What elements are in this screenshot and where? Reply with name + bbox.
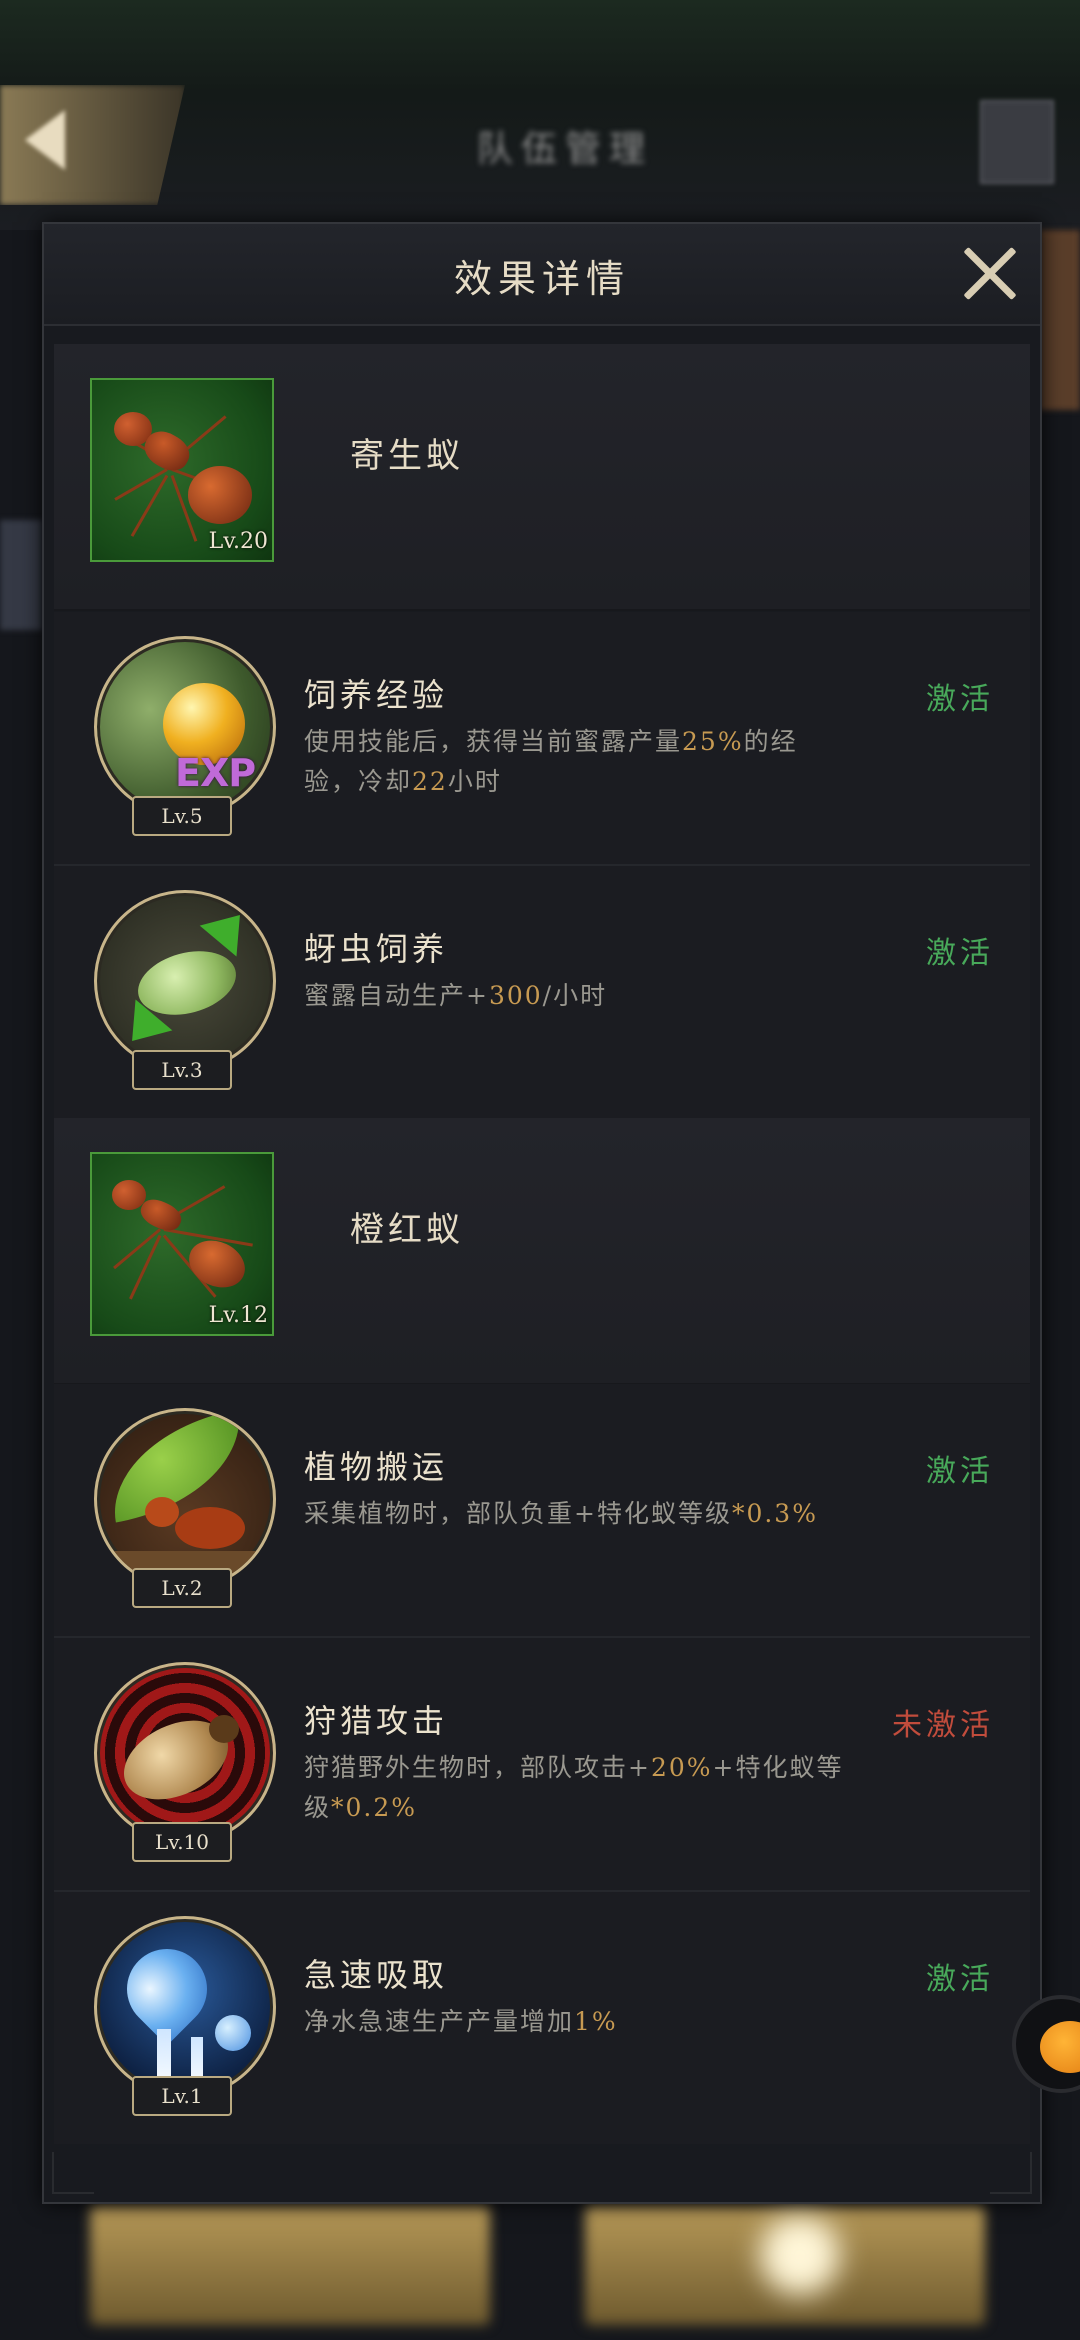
skill-status: 激活 [926,1962,994,1997]
close-icon[interactable] [960,244,1020,304]
species-level: Lv.12 [208,1303,268,1328]
corner-ornament-right [990,2152,1032,2194]
aphid-icon [94,890,276,1072]
skill-description: 狩猎野外生物时，部队攻击+20%+特化蚁等级*0.2% [304,1753,844,1822]
skill-level-badge: Lv.3 [132,1050,232,1090]
hunting-target-icon [94,1662,276,1844]
skill-level-badge: Lv.5 [132,796,232,836]
avatar[interactable] [980,100,1054,184]
skill-row: Lv.2 植物搬运 采集植物时，部队负重+特化蚁等级*0.3% 激活 [54,1384,1030,1638]
background-button-left[interactable] [90,2205,490,2325]
species-card: Lv.20 寄生蚁 [54,344,1030,611]
skill-description: 净水急速生产产量增加1% [304,2007,618,2036]
background-side-tab [0,520,42,630]
skill-row: Lv.3 蚜虫饲养 蜜露自动生产+300/小时 激活 [54,866,1030,1120]
skill-name: 急速吸取 [304,1956,449,1994]
species-level: Lv.20 [208,529,268,554]
skill-row: Lv.10 狩猎攻击 狩猎野外生物时，部队攻击+20%+特化蚁等级*0.2% 未… [54,1638,1030,1892]
species-card: Lv.12 橙红蚁 [54,1118,1030,1385]
modal-header: 效果详情 [44,224,1040,326]
species-name: 橙红蚁 [350,1210,464,1250]
water-drop-icon [94,1916,276,2098]
button-glow [760,2215,840,2295]
effect-details-modal: 效果详情 Lv.20 寄生蚁 EXP Lv.5 饲养经验 使用技能后，获得当前蜜… [42,222,1042,2204]
skill-name: 饲养经验 [304,676,449,714]
skill-description: 蜜露自动生产+300/小时 [304,981,608,1010]
skill-row: Lv.1 急速吸取 净水急速生产产量增加1% 激活 [54,1892,1030,2144]
skill-description: 使用技能后，获得当前蜜露产量25%的经验，冷却22小时 [304,727,798,796]
skill-name: 狩猎攻击 [304,1702,449,1740]
skill-status: 激活 [926,1454,994,1489]
skill-status: 激活 [926,936,994,971]
modal-title: 效果详情 [453,257,630,301]
assistant-mascot-icon [1040,2021,1080,2073]
skill-name: 蚜虫饲养 [304,930,449,968]
skill-level-badge: Lv.2 [132,1568,232,1608]
skill-description: 采集植物时，部队负重+特化蚁等级*0.3% [304,1499,818,1528]
corner-ornament-left [52,2152,94,2194]
back-arrow-icon [25,110,65,170]
skill-status: 未激活 [892,1708,994,1743]
skill-status: 激活 [926,682,994,717]
background-title: 队伍管理 [476,129,653,170]
ant-portrait-icon: Lv.20 [90,378,274,562]
skill-name: 植物搬运 [304,1448,449,1486]
exp-orb-icon: EXP [94,636,276,818]
skill-row: EXP Lv.5 饲养经验 使用技能后，获得当前蜜露产量25%的经验，冷却22小… [54,612,1030,866]
skill-level-badge: Lv.1 [132,2076,232,2116]
ant-portrait-icon: Lv.12 [90,1152,274,1336]
species-name: 寄生蚁 [350,436,464,476]
leaf-carry-icon [94,1408,276,1590]
background-panel-edge [1040,230,1080,410]
skill-level-badge: Lv.10 [132,1822,232,1862]
